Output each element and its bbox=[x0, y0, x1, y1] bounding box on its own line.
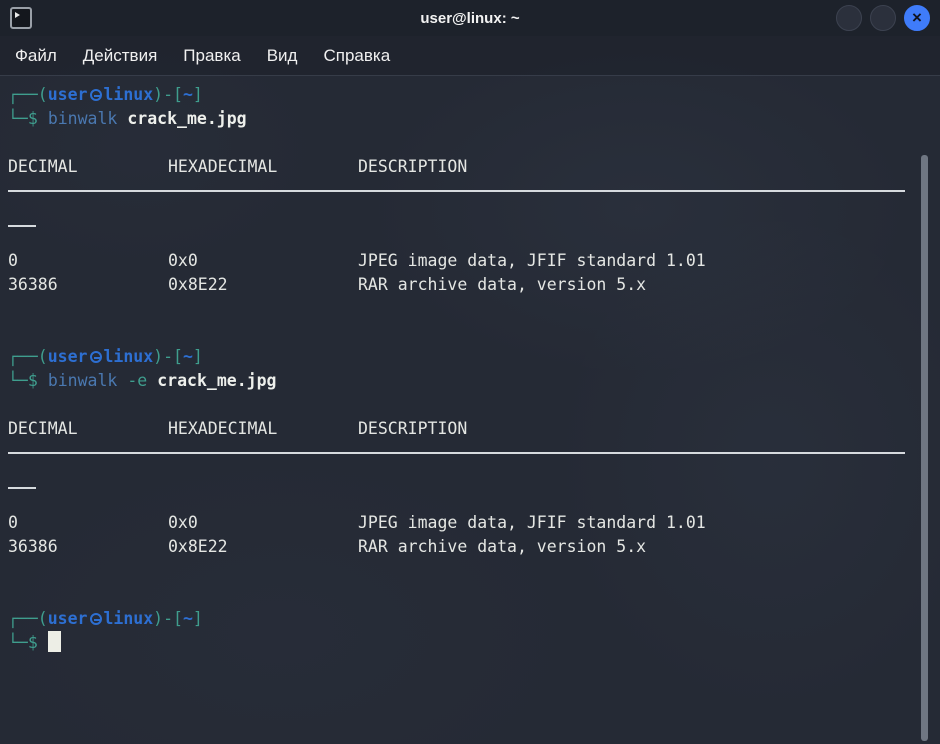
menu-edit[interactable]: Правка bbox=[183, 46, 240, 66]
separator-wrap-line bbox=[8, 225, 910, 249]
cell-hexadecimal: 0x0 bbox=[168, 511, 358, 535]
command-arg-file: crack_me.jpg bbox=[127, 109, 246, 128]
menu-file[interactable]: Файл bbox=[15, 46, 57, 66]
prompt-user: user bbox=[48, 85, 88, 104]
prompt-frame: )-[ bbox=[153, 85, 183, 104]
prompt-frame: ┌──( bbox=[8, 347, 48, 366]
prompt-line: ┌──(user linux)-[~] bbox=[8, 607, 910, 631]
command-line: └─$ binwalk crack_me.jpg bbox=[8, 107, 910, 131]
terminal-window: user@linux: ~ × Файл Действия Правка Вид… bbox=[0, 0, 940, 744]
cell-hexadecimal: 0x8E22 bbox=[168, 273, 358, 297]
prompt-frame: )-[ bbox=[153, 347, 183, 366]
cell-description: JPEG image data, JFIF standard 1.01 bbox=[358, 511, 910, 535]
menu-help[interactable]: Справка bbox=[323, 46, 390, 66]
separator-line bbox=[8, 190, 910, 214]
blank-line bbox=[8, 297, 910, 321]
col-header-hexadecimal: HEXADECIMAL bbox=[168, 417, 358, 441]
col-header-description: DESCRIPTION bbox=[358, 155, 910, 179]
prompt-line: ┌──(user linux)-[~] bbox=[8, 345, 910, 369]
table-header-row: DECIMAL HEXADECIMAL DESCRIPTION bbox=[8, 417, 910, 441]
table-row: 36386 0x8E22 RAR archive data, version 5… bbox=[8, 535, 910, 559]
blank-line bbox=[8, 583, 910, 607]
maximize-button[interactable] bbox=[870, 5, 896, 31]
menu-view[interactable]: Вид bbox=[267, 46, 298, 66]
command-arg-file: crack_me.jpg bbox=[157, 371, 276, 390]
cell-decimal: 0 bbox=[8, 249, 168, 273]
prompt-path: ~ bbox=[183, 609, 193, 628]
cell-decimal: 36386 bbox=[8, 535, 168, 559]
close-button[interactable]: × bbox=[904, 5, 930, 31]
cell-description: JPEG image data, JFIF standard 1.01 bbox=[358, 249, 910, 273]
command-line-active[interactable]: └─$ bbox=[8, 631, 910, 655]
menu-actions[interactable]: Действия bbox=[83, 46, 157, 66]
command-option: -e bbox=[127, 371, 147, 390]
text-cursor bbox=[48, 631, 61, 652]
titlebar[interactable]: user@linux: ~ × bbox=[0, 0, 940, 36]
cell-hexadecimal: 0x0 bbox=[168, 249, 358, 273]
cell-decimal: 0 bbox=[8, 511, 168, 535]
cell-description: RAR archive data, version 5.x bbox=[358, 535, 910, 559]
prompt-host: linux bbox=[104, 347, 154, 366]
blank-line bbox=[8, 393, 910, 417]
prompt-line: ┌──(user linux)-[~] bbox=[8, 83, 910, 107]
table-row: 0 0x0 JPEG image data, JFIF standard 1.0… bbox=[8, 249, 910, 273]
command-text: binwalk bbox=[48, 371, 118, 390]
minimize-button[interactable] bbox=[836, 5, 862, 31]
table-header-row: DECIMAL HEXADECIMAL DESCRIPTION bbox=[8, 155, 910, 179]
cell-decimal: 36386 bbox=[8, 273, 168, 297]
command-line: └─$ binwalk -e crack_me.jpg bbox=[8, 369, 910, 393]
table-row: 36386 0x8E22 RAR archive data, version 5… bbox=[8, 273, 910, 297]
prompt-user: user bbox=[48, 609, 88, 628]
prompt-frame: )-[ bbox=[153, 609, 183, 628]
scrollbar[interactable] bbox=[921, 155, 928, 741]
prompt-frame: ] bbox=[193, 85, 203, 104]
cell-hexadecimal: 0x8E22 bbox=[168, 535, 358, 559]
terminal-content[interactable]: ┌──(userlinux)-[~] └─$binwalkcrack_me.jp… bbox=[0, 76, 940, 743]
prompt-dollar: └─$ bbox=[8, 109, 38, 128]
prompt-host: linux bbox=[104, 609, 154, 628]
separator-wrap-line bbox=[8, 487, 910, 511]
col-header-decimal: DECIMAL bbox=[8, 417, 168, 441]
kali-circle-icon bbox=[90, 613, 102, 625]
prompt-frame: ┌──( bbox=[8, 609, 48, 628]
prompt-user: user bbox=[48, 347, 88, 366]
col-header-decimal: DECIMAL bbox=[8, 155, 168, 179]
prompt-path: ~ bbox=[183, 347, 193, 366]
terminal-app-icon bbox=[10, 7, 32, 29]
menubar: Файл Действия Правка Вид Справка bbox=[0, 36, 940, 76]
kali-circle-icon bbox=[90, 89, 102, 101]
prompt-frame: ] bbox=[193, 609, 203, 628]
prompt-path: ~ bbox=[183, 85, 193, 104]
prompt-frame: ] bbox=[193, 347, 203, 366]
prompt-host: linux bbox=[104, 85, 154, 104]
col-header-description: DESCRIPTION bbox=[358, 417, 910, 441]
cell-description: RAR archive data, version 5.x bbox=[358, 273, 910, 297]
blank-line bbox=[8, 559, 910, 583]
table-row: 0 0x0 JPEG image data, JFIF standard 1.0… bbox=[8, 511, 910, 535]
blank-line bbox=[8, 131, 910, 155]
col-header-hexadecimal: HEXADECIMAL bbox=[168, 155, 358, 179]
window-controls: × bbox=[836, 5, 930, 31]
prompt-frame: ┌──( bbox=[8, 85, 48, 104]
blank-line bbox=[8, 321, 910, 345]
separator-line bbox=[8, 452, 910, 476]
close-icon: × bbox=[912, 9, 922, 26]
prompt-dollar: └─$ bbox=[8, 371, 38, 390]
command-text: binwalk bbox=[48, 109, 118, 128]
window-title: user@linux: ~ bbox=[0, 10, 940, 27]
kali-circle-icon bbox=[90, 351, 102, 363]
prompt-dollar: └─$ bbox=[8, 633, 38, 652]
